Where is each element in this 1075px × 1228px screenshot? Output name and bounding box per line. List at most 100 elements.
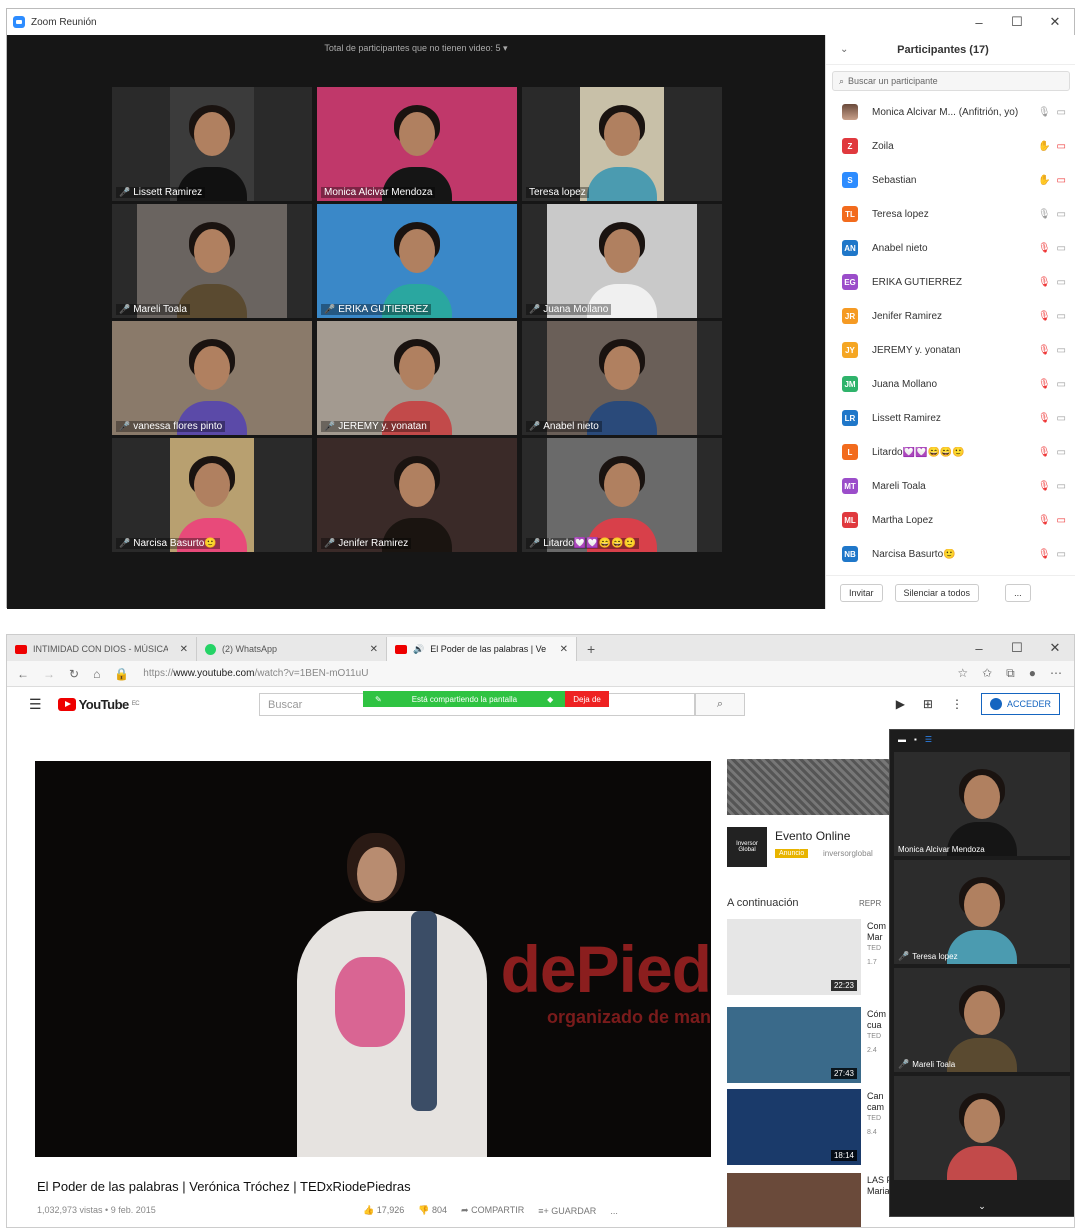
favorites-icon[interactable]: ✩: [982, 666, 992, 681]
microphone-icon[interactable]: 🎙: [1038, 277, 1051, 288]
participant-row[interactable]: NB Narcisa Basurto🙂 🎙 ▭: [826, 537, 1075, 571]
video-thumbnail[interactable]: [727, 1173, 861, 1227]
mute-all-button[interactable]: Silenciar a todos: [894, 583, 980, 602]
camera-icon[interactable]: ▭: [1057, 175, 1066, 186]
forward-arrow-icon[interactable]: →: [43, 667, 55, 681]
maximize-button[interactable]: ☐: [998, 640, 1036, 656]
video-thumbnail[interactable]: 18:14: [727, 1089, 861, 1165]
participant-row[interactable]: TL Teresa lopez 🎙 ▭: [826, 197, 1075, 231]
camera-icon[interactable]: ▭: [1057, 107, 1066, 118]
microphone-icon[interactable]: 🎙: [1038, 209, 1051, 220]
maximize-button[interactable]: ☐: [998, 14, 1036, 30]
raised-hand-icon[interactable]: ✋: [1038, 141, 1050, 152]
video-tile[interactable]: Teresa lopez: [522, 87, 722, 201]
video-tile[interactable]: 🎤 Anabel nieto: [522, 321, 722, 435]
microphone-icon[interactable]: 🎙: [1038, 481, 1051, 492]
single-view-icon[interactable]: ▪: [914, 735, 917, 744]
participant-row[interactable]: Z Zoila ✋ ▭: [826, 129, 1075, 163]
participant-search-input[interactable]: ⌕ Buscar un participante: [832, 71, 1070, 91]
video-thumbnail[interactable]: 27:43: [727, 1007, 861, 1083]
sign-in-button[interactable]: ACCEDER: [980, 693, 1060, 715]
tab-whatsapp[interactable]: (2) WhatsApp ✕: [197, 637, 387, 661]
video-tile[interactable]: 🎤 vanessa flores pinto: [112, 321, 312, 435]
camera-icon[interactable]: ▭: [1057, 481, 1066, 492]
stop-share-button[interactable]: Deja de: [565, 691, 609, 707]
video-tile[interactable]: 🎤 Lissett Ramirez: [112, 87, 312, 201]
camera-icon[interactable]: ▭: [1057, 379, 1066, 390]
menu-dots-icon[interactable]: ⋯: [1050, 666, 1062, 681]
participant-row[interactable]: EG ERIKA GUTIERREZ 🎙 ▭: [826, 265, 1075, 299]
camera-icon[interactable]: ▭: [1057, 345, 1066, 356]
collapse-panel-icon[interactable]: ⌄: [840, 44, 860, 55]
participant-row[interactable]: JY JEREMY y. yonatan 🎙 ▭: [826, 333, 1075, 367]
apps-grid-icon[interactable]: ⊞: [923, 697, 933, 711]
raised-hand-icon[interactable]: ✋: [1038, 175, 1050, 186]
camera-icon[interactable]: ▭: [1057, 311, 1066, 322]
share-button[interactable]: ➦ COMPARTIR: [461, 1205, 524, 1216]
dislike-button[interactable]: 👎 804: [418, 1205, 447, 1216]
profile-icon[interactable]: ●: [1029, 666, 1036, 681]
create-video-icon[interactable]: ▶: [896, 697, 905, 711]
camera-icon[interactable]: ▭: [1057, 413, 1066, 424]
participant-row[interactable]: S Sebastian ✋ ▭: [826, 163, 1075, 197]
participant-row[interactable]: MT Mareli Toala 🎙 ▭: [826, 469, 1075, 503]
participant-row[interactable]: LR Lissett Ramirez 🎙 ▭: [826, 401, 1075, 435]
more-options-button[interactable]: ...: [1005, 583, 1031, 602]
close-tab-icon[interactable]: ✕: [180, 644, 188, 655]
scroll-down-icon[interactable]: ⌄: [890, 1201, 1074, 1212]
microphone-icon[interactable]: 🎙: [1038, 345, 1051, 356]
tab-el-poder[interactable]: 🔊 El Poder de las palabras | Ve ✕: [387, 637, 577, 661]
participant-row[interactable]: JM Juana Mollano 🎙 ▭: [826, 367, 1075, 401]
video-tile[interactable]: 🎤 Mareli Toala: [112, 204, 312, 318]
reload-icon[interactable]: ↻: [69, 667, 79, 681]
minimize-icon[interactable]: ▬: [898, 735, 906, 744]
camera-icon[interactable]: ▭: [1057, 549, 1066, 560]
youtube-search-button[interactable]: ⌕: [695, 693, 745, 716]
ad-thumbnail[interactable]: [727, 759, 897, 815]
microphone-icon[interactable]: 🎙: [1038, 549, 1051, 560]
microphone-icon[interactable]: 🎙: [1038, 107, 1051, 118]
camera-icon[interactable]: ▭: [1057, 141, 1066, 152]
microphone-icon[interactable]: 🎙: [1038, 311, 1051, 322]
camera-icon[interactable]: ▭: [1057, 515, 1066, 526]
video-tile[interactable]: 🎤 ERIKA GUTIERREZ: [317, 204, 517, 318]
camera-icon[interactable]: ▭: [1057, 277, 1066, 288]
save-button[interactable]: ≡+ GUARDAR: [538, 1206, 596, 1216]
video-tile[interactable]: 🎤 JEREMY y. yonatan: [317, 321, 517, 435]
ad-title[interactable]: Evento Online: [775, 829, 850, 843]
participant-row[interactable]: ML Martha Lopez 🎙 ▭: [826, 503, 1075, 537]
tab-intimidad[interactable]: INTIMIDAD CON DIOS - MÚSICA ✕: [7, 637, 197, 661]
hamburger-menu-icon[interactable]: ☰: [29, 696, 42, 713]
video-thumbnail[interactable]: 22:23: [727, 919, 861, 995]
collections-icon[interactable]: ⧉: [1006, 666, 1015, 681]
floating-video-tile[interactable]: 🎤 Mareli Toala: [894, 968, 1070, 1072]
new-tab-button[interactable]: +: [577, 637, 605, 661]
more-actions-button[interactable]: ...: [610, 1206, 618, 1216]
microphone-icon[interactable]: 🎙: [1038, 447, 1051, 458]
participant-row[interactable]: L Litardo💟💟😄😄🙂 🎙 ▭: [826, 435, 1075, 469]
home-icon[interactable]: ⌂: [93, 667, 100, 681]
microphone-icon[interactable]: 🎙: [1038, 243, 1051, 254]
video-tile[interactable]: Monica Alcivar Mendoza: [317, 87, 517, 201]
microphone-icon[interactable]: 🎙: [1038, 379, 1051, 390]
microphone-icon[interactable]: 🎙: [1038, 413, 1051, 424]
like-button[interactable]: 👍 17,926: [363, 1205, 404, 1216]
minimize-button[interactable]: –: [960, 15, 998, 30]
list-view-icon[interactable]: ☰: [925, 735, 932, 744]
no-video-participants-toggle[interactable]: Total de participantes que no tienen vid…: [7, 43, 825, 54]
participant-row[interactable]: JR Jenifer Ramirez 🎙 ▭: [826, 299, 1075, 333]
floating-video-tile[interactable]: 🎤 Teresa lopez: [894, 860, 1070, 964]
close-tab-icon[interactable]: ✕: [370, 644, 378, 655]
camera-icon[interactable]: ▭: [1057, 209, 1066, 220]
close-button[interactable]: ✕: [1036, 640, 1074, 656]
floating-video-tile[interactable]: Monica Alcivar Mendoza: [894, 752, 1070, 856]
camera-icon[interactable]: ▭: [1057, 243, 1066, 254]
close-tab-icon[interactable]: ✕: [560, 644, 568, 655]
invite-button[interactable]: Invitar: [840, 583, 883, 602]
participant-row[interactable]: AN Anabel nieto 🎙 ▭: [826, 231, 1075, 265]
camera-icon[interactable]: ▭: [1057, 447, 1066, 458]
video-tile[interactable]: 🎤 Juana Mollano: [522, 204, 722, 318]
participant-row[interactable]: Monica Alcivar M... (Anfitrión, yo) 🎙 ▭: [826, 95, 1075, 129]
close-button[interactable]: ✕: [1036, 14, 1074, 30]
video-tile[interactable]: 🎤 Narcisa Basurto🙂: [112, 438, 312, 552]
